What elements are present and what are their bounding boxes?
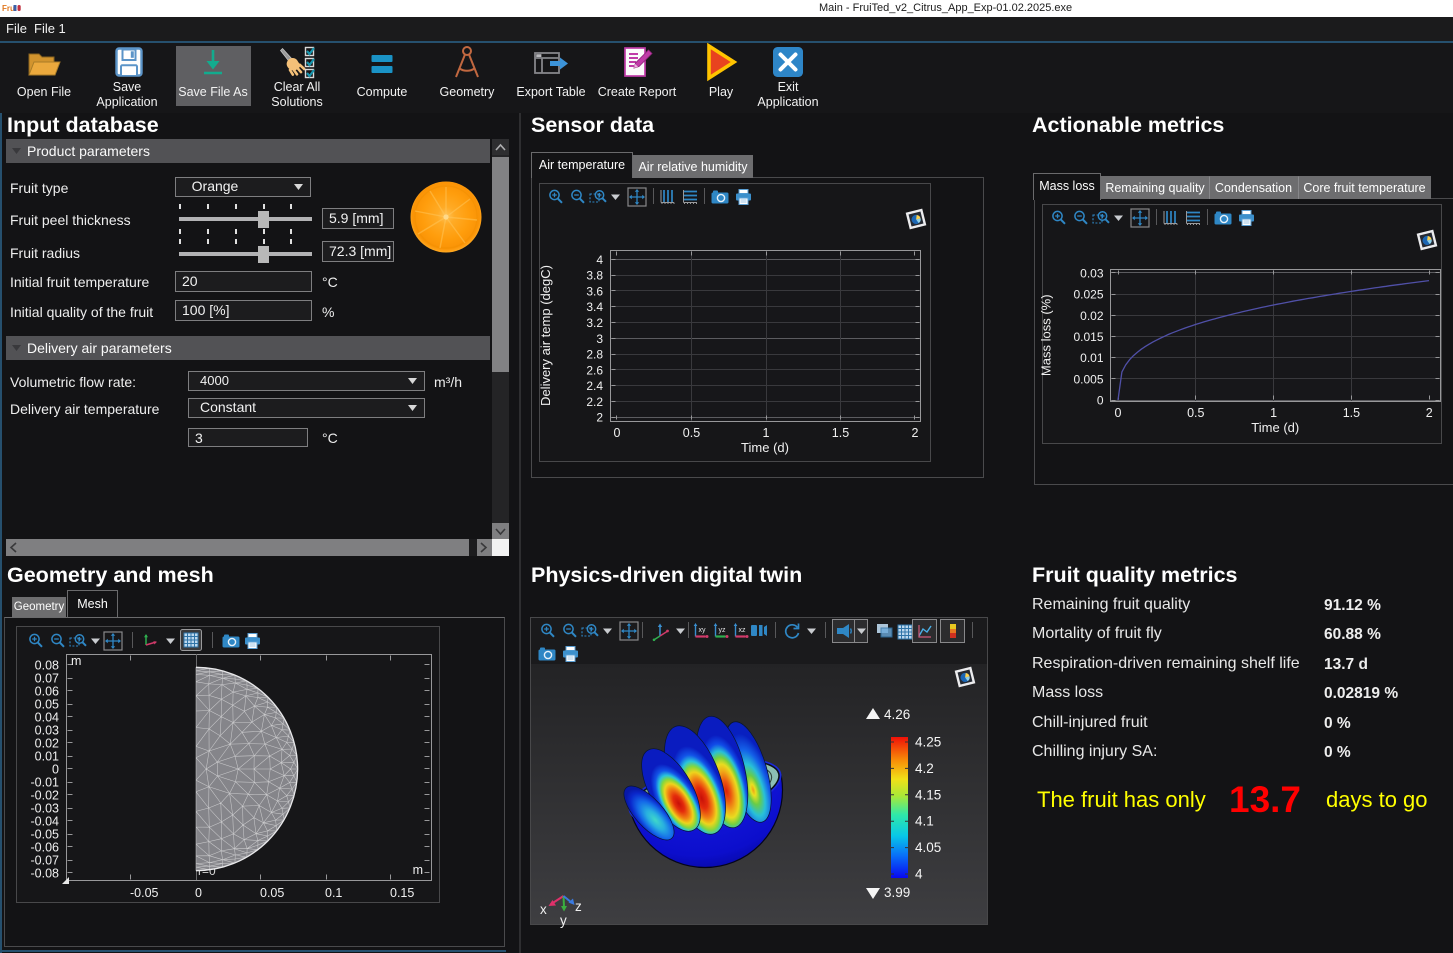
svg-text:0.015: 0.015 bbox=[1073, 330, 1103, 344]
svg-text:0: 0 bbox=[1097, 394, 1104, 408]
svg-text:1.5: 1.5 bbox=[1343, 406, 1360, 420]
svg-text:Time (d): Time (d) bbox=[1251, 420, 1299, 435]
svg-text:0.5: 0.5 bbox=[1187, 406, 1204, 420]
svg-text:2: 2 bbox=[1426, 406, 1433, 420]
svg-text:0.02: 0.02 bbox=[1080, 309, 1104, 323]
svg-text:0.01: 0.01 bbox=[1080, 351, 1104, 365]
svg-text:0.005: 0.005 bbox=[1073, 372, 1103, 386]
svg-text:0: 0 bbox=[1115, 406, 1122, 420]
svg-text:1: 1 bbox=[1270, 406, 1277, 420]
svg-text:0.03: 0.03 bbox=[1080, 267, 1104, 281]
svg-text:0.025: 0.025 bbox=[1073, 288, 1103, 302]
svg-text:Mass loss (%): Mass loss (%) bbox=[1039, 294, 1054, 376]
